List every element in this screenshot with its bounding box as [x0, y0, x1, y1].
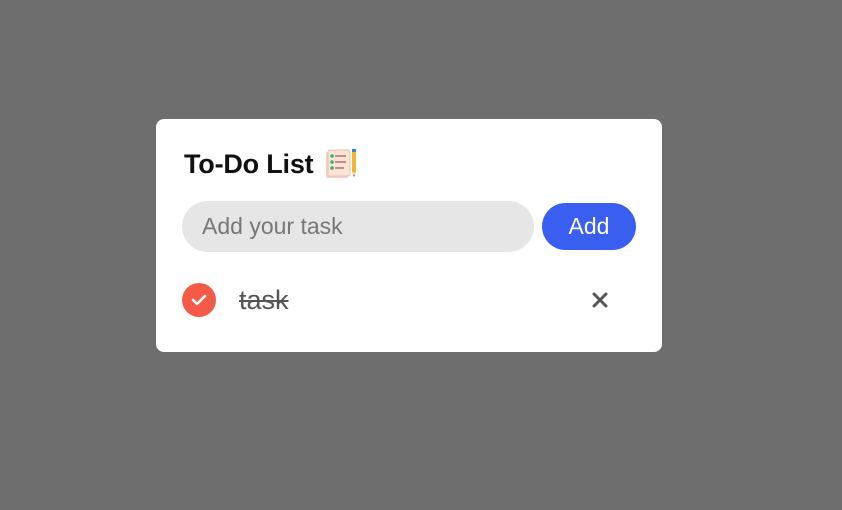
checklist-pencil-icon — [323, 148, 359, 180]
close-icon[interactable] — [584, 284, 616, 316]
todo-card: To-Do List Add your task Add task — [156, 119, 662, 352]
checkmark-icon[interactable] — [182, 283, 216, 317]
task-text[interactable]: task — [239, 283, 289, 317]
list-item[interactable]: task — [182, 282, 622, 318]
header: To-Do List — [184, 147, 359, 181]
add-task-row: Add — [182, 201, 636, 252]
task-input[interactable] — [182, 201, 534, 252]
add-button[interactable]: Add — [542, 203, 636, 250]
app-title: To-Do List — [184, 148, 314, 179]
